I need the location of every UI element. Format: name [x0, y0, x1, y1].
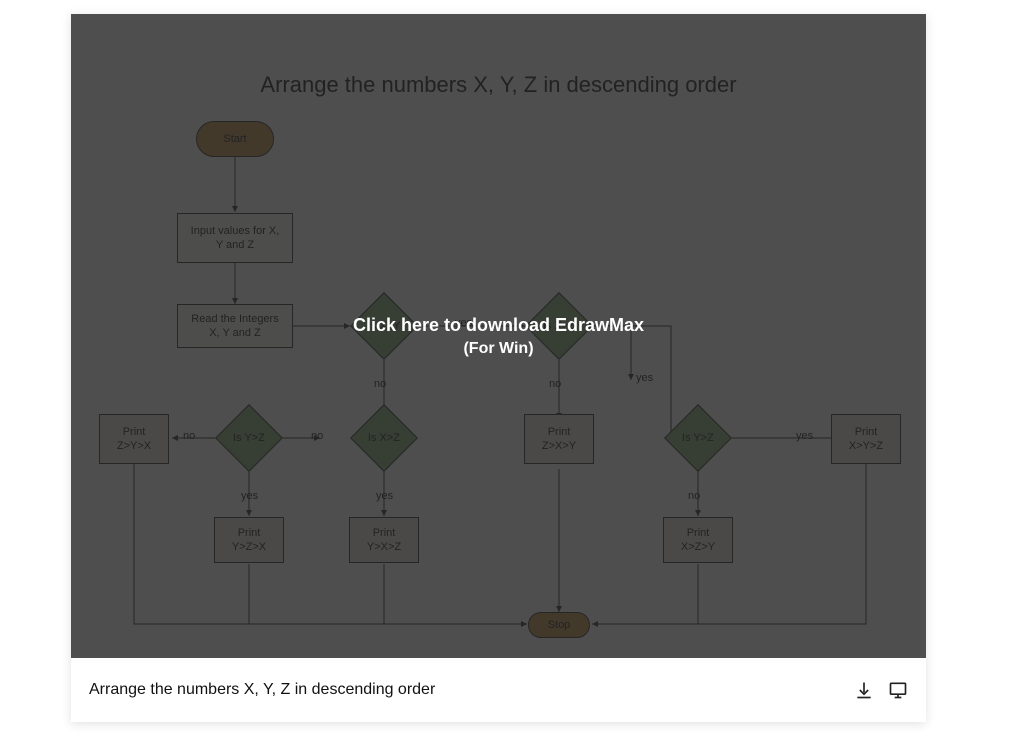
download-overlay[interactable]: Click here to download EdrawMax (For Win… [71, 14, 926, 658]
footer-actions [854, 680, 908, 700]
diagram-canvas: Arrange the numbers X, Y, Z in descendin… [71, 14, 926, 658]
footer-title: Arrange the numbers X, Y, Z in descendin… [89, 681, 435, 699]
preview-icon[interactable] [888, 680, 908, 700]
card-footer: Arrange the numbers X, Y, Z in descendin… [71, 658, 926, 722]
overlay-line2: (For Win) [463, 340, 533, 358]
template-card: Arrange the numbers X, Y, Z in descendin… [71, 14, 926, 722]
download-icon[interactable] [854, 680, 874, 700]
overlay-line1: Click here to download EdrawMax [353, 315, 644, 336]
page: Arrange the numbers X, Y, Z in descendin… [0, 0, 1029, 737]
